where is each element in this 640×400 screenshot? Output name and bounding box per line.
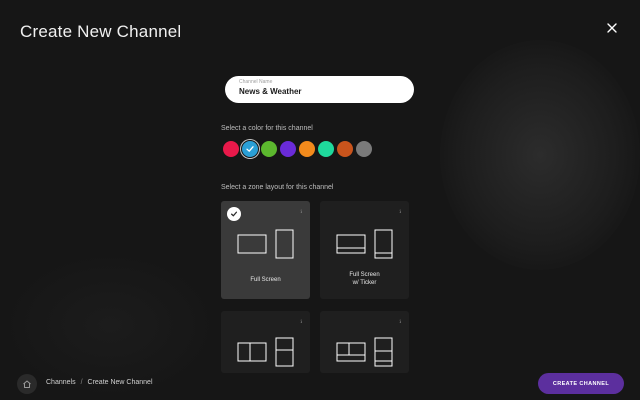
home-button[interactable] — [17, 374, 37, 394]
layout-preview-icon — [320, 337, 409, 371]
color-swatch-orange[interactable] — [299, 141, 315, 157]
breadcrumb-channels[interactable]: Channels — [46, 379, 76, 386]
background-blur — [440, 40, 640, 270]
info-icon[interactable]: i — [300, 209, 302, 215]
color-swatch-purple[interactable] — [280, 141, 296, 157]
layout-preview-icon — [221, 337, 310, 371]
color-swatch-blue[interactable] — [242, 141, 258, 157]
color-swatch-teal[interactable] — [318, 141, 334, 157]
layout-card-split-bottom[interactable]: i — [320, 311, 409, 373]
layout-card-full-screen[interactable]: i Full Screen — [221, 201, 310, 299]
breadcrumb-current: Create New Channel — [87, 379, 153, 386]
layout-name: Full Screen — [250, 277, 281, 283]
selected-check-icon — [227, 207, 241, 221]
channel-name-field[interactable]: Channel Name News & Weather — [225, 76, 414, 103]
check-icon — [246, 146, 254, 152]
layout-card-full-screen-ticker[interactable]: i Full Screen w/ Ticker — [320, 201, 409, 299]
page-title: Create New Channel — [20, 22, 182, 41]
color-swatch-dark-orange[interactable] — [337, 141, 353, 157]
color-swatch-red[interactable] — [223, 141, 239, 157]
footer-bar: Channels / Create New Channel CREATE CHA… — [0, 368, 640, 400]
color-swatch-gray[interactable] — [356, 141, 372, 157]
layout-preview-icon — [221, 227, 310, 261]
layout-preview-icon — [320, 227, 409, 261]
close-icon — [607, 23, 617, 33]
layout-name: Full Screen w/ Ticker — [349, 272, 380, 286]
home-icon — [23, 380, 31, 388]
color-section-label: Select a color for this channel — [221, 125, 313, 132]
breadcrumb: Channels / Create New Channel — [46, 379, 153, 386]
close-button[interactable] — [599, 17, 625, 39]
info-icon[interactable]: i — [399, 209, 401, 215]
color-picker — [223, 141, 372, 158]
color-swatch-green[interactable] — [261, 141, 277, 157]
layout-card-split-left[interactable]: i — [221, 311, 310, 373]
layout-section-label: Select a zone layout for this channel — [221, 184, 334, 191]
channel-name-label: Channel Name — [239, 79, 273, 85]
info-icon[interactable]: i — [399, 319, 401, 325]
create-channel-button[interactable]: CREATE CHANNEL — [538, 373, 624, 394]
channel-name-input[interactable]: News & Weather — [239, 86, 400, 97]
breadcrumb-separator: / — [80, 379, 83, 386]
info-icon[interactable]: i — [300, 319, 302, 325]
